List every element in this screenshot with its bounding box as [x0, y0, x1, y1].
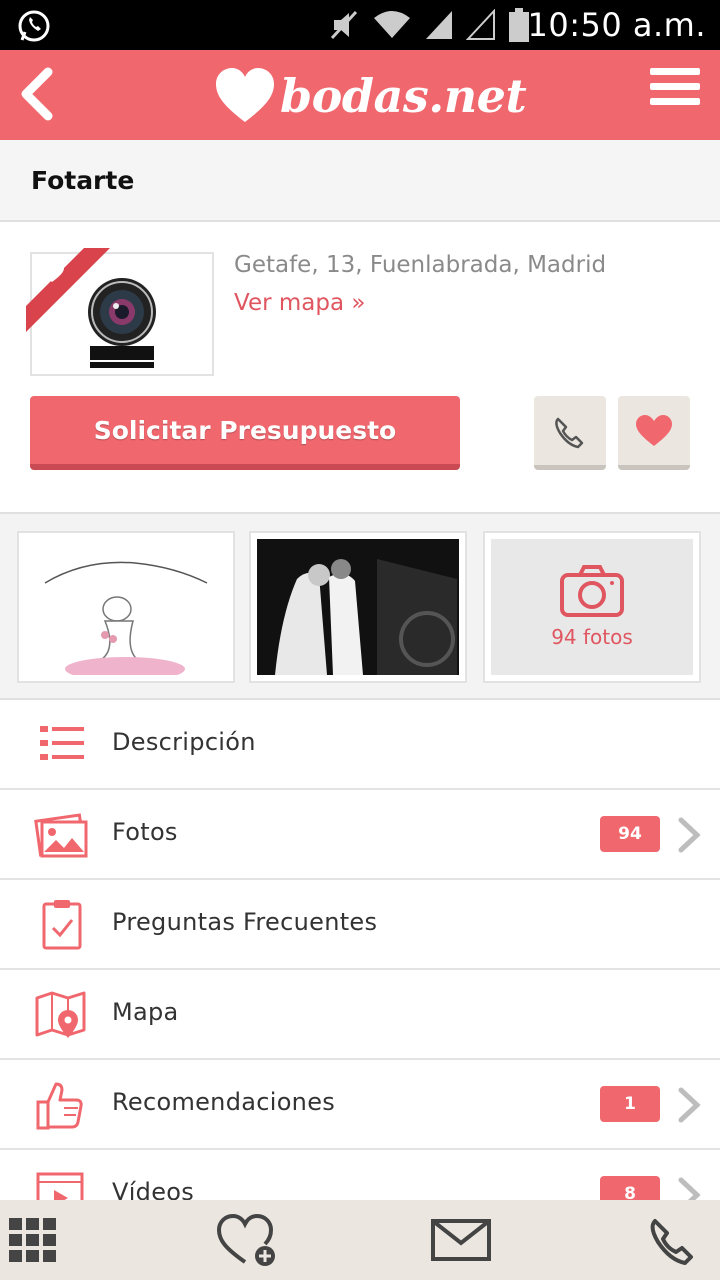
photos-more: 94 fotos	[491, 539, 693, 675]
photos-icon	[34, 810, 90, 860]
signal-icon	[424, 9, 454, 45]
favorite-ribbon	[26, 248, 110, 332]
view-map-link[interactable]: Ver mapa »	[234, 290, 365, 316]
heart-logo-icon	[216, 68, 274, 122]
list-item-label: Descripción	[112, 728, 256, 756]
status-time: 10:50 a.m.	[527, 6, 706, 44]
all-photos-tile[interactable]: 94 fotos	[483, 531, 701, 683]
signal-empty-icon	[465, 8, 496, 45]
list-item-mapa[interactable]: Mapa	[0, 970, 720, 1060]
title-bar: Fotarte	[0, 140, 720, 222]
chevron-left-icon	[21, 67, 53, 121]
gallery-photo[interactable]	[249, 531, 467, 683]
list-item-descripcion[interactable]: Descripción	[0, 700, 720, 790]
clipboard-check-icon	[34, 900, 90, 950]
heart-icon	[636, 414, 672, 446]
app-header: bodas.net	[0, 50, 720, 140]
status-bar: 10:50 a.m.	[0, 0, 720, 50]
wifi-icon	[372, 10, 412, 44]
list-icon	[34, 720, 90, 770]
chevron-right-icon	[676, 1086, 702, 1124]
menu-line	[650, 83, 700, 90]
list-item-label: Preguntas Frecuentes	[112, 908, 378, 936]
mail-icon	[431, 1219, 491, 1261]
add-favorite-button[interactable]	[212, 1210, 282, 1270]
count-badge: 94	[600, 816, 660, 852]
message-button[interactable]	[430, 1210, 492, 1270]
whatsapp-icon	[16, 8, 52, 48]
hamburger-menu-button[interactable]	[650, 68, 700, 118]
grid-menu-button[interactable]	[6, 1210, 60, 1270]
back-button[interactable]	[18, 64, 58, 124]
list-item-preguntas[interactable]: Preguntas Frecuentes	[0, 880, 720, 970]
vendor-card: Getafe, 13, Fuenlabrada, Madrid Ver mapa…	[0, 222, 720, 514]
request-quote-button[interactable]: Solicitar Presupuesto	[30, 396, 460, 470]
thumbs-up-icon	[34, 1080, 90, 1130]
phone-icon	[555, 417, 584, 448]
favorite-button[interactable]	[618, 396, 690, 470]
vendor-address: Getafe, 13, Fuenlabrada, Madrid	[234, 252, 607, 278]
phone-icon	[650, 1219, 693, 1265]
menu-line	[650, 68, 700, 75]
heart-add-icon	[216, 1213, 275, 1266]
vendor-menu-list: Descripción Fotos 94 Preguntas Frecuente…	[0, 700, 720, 1240]
grid-icon	[9, 1218, 56, 1262]
camera-icon	[560, 565, 624, 617]
gallery-photo[interactable]	[17, 531, 235, 683]
page-title: Fotarte	[31, 166, 135, 195]
mute-icon	[330, 8, 360, 46]
count-badge: 1	[600, 1086, 660, 1122]
photos-count: 94 fotos	[551, 625, 633, 649]
menu-line	[650, 98, 700, 105]
logo-text: bodas.net	[280, 69, 527, 123]
photo-gallery: 94 fotos	[0, 514, 720, 700]
map-icon	[34, 990, 90, 1040]
bodas-logo[interactable]: bodas.net	[214, 58, 527, 134]
call-nav-button[interactable]	[646, 1210, 702, 1270]
list-item-label: Mapa	[112, 998, 179, 1026]
list-item-label: Recomendaciones	[112, 1088, 336, 1116]
list-item-recomendaciones[interactable]: Recomendaciones 1	[0, 1060, 720, 1150]
bottom-navigation	[0, 1200, 720, 1280]
chevron-right-icon	[676, 816, 702, 854]
gallery-photo-image	[257, 539, 459, 675]
call-button[interactable]	[534, 396, 606, 470]
list-item-label: Fotos	[112, 818, 178, 846]
gallery-photo-image	[25, 539, 227, 675]
list-item-fotos[interactable]: Fotos 94	[0, 790, 720, 880]
